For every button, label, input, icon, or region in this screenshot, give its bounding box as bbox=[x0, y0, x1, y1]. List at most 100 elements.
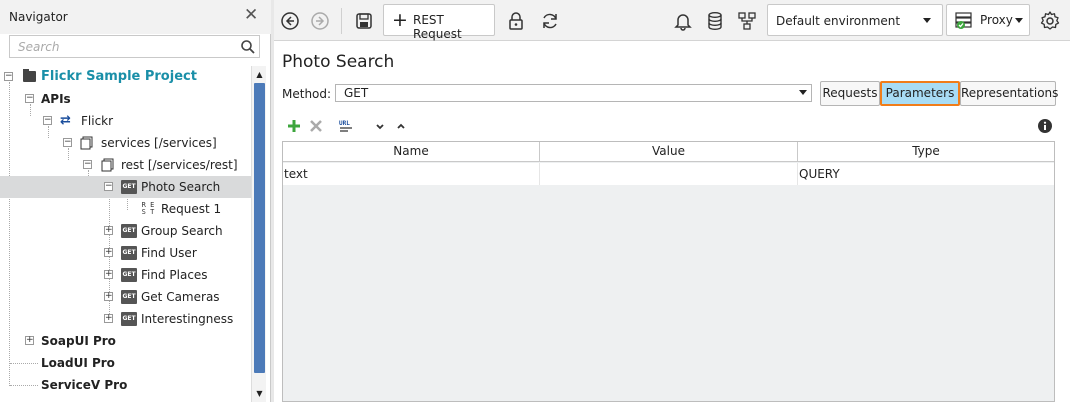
collapse-icon[interactable]: − bbox=[25, 94, 34, 103]
tree-connector bbox=[10, 363, 38, 364]
tree-item-servicev-pro[interactable]: ServiceV Pro bbox=[0, 374, 251, 396]
tree-item-photo-search[interactable]: − GET Photo Search bbox=[0, 176, 251, 198]
forward-icon[interactable] bbox=[309, 10, 331, 32]
info-icon[interactable] bbox=[1037, 118, 1053, 134]
search-icon[interactable] bbox=[240, 39, 256, 55]
svg-text:URL: URL bbox=[339, 120, 350, 127]
get-method-icon: GET bbox=[121, 268, 137, 282]
rest-request-button-label: REST Request bbox=[413, 13, 462, 41]
expand-icon[interactable]: + bbox=[104, 248, 113, 257]
get-method-icon: GET bbox=[121, 224, 137, 238]
tree-item-flickr-sample-project[interactable]: − Flickr Sample Project bbox=[0, 66, 251, 88]
collapse-icon[interactable]: − bbox=[63, 138, 72, 147]
expand-icon[interactable]: + bbox=[25, 336, 34, 345]
tree-item-label: Flickr bbox=[81, 114, 114, 128]
scroll-down-arrow-icon[interactable]: ▼ bbox=[253, 387, 266, 400]
scroll-up-arrow-icon[interactable]: ▲ bbox=[253, 68, 266, 81]
toolbar-separator bbox=[341, 8, 342, 34]
get-method-icon: GET bbox=[121, 312, 137, 326]
tab-representations[interactable]: Representations bbox=[960, 81, 1058, 106]
tree-connector bbox=[10, 385, 38, 386]
expand-icon[interactable]: + bbox=[104, 270, 113, 279]
navigator-search-box[interactable] bbox=[9, 35, 260, 58]
tree-item-find-places[interactable]: + GET Find Places bbox=[0, 264, 251, 286]
save-icon[interactable] bbox=[353, 10, 375, 32]
collapse-icon[interactable]: − bbox=[83, 160, 92, 169]
navigator-tree: − Flickr Sample Project − APIs − ⇄ Flick… bbox=[0, 66, 251, 402]
notifications-bell-icon[interactable] bbox=[672, 10, 694, 32]
proxy-icon bbox=[955, 12, 972, 29]
tree-item-label: Find User bbox=[141, 246, 197, 260]
tree-item-soapui-pro[interactable]: + SoapUI Pro bbox=[0, 330, 251, 352]
table-row[interactable]: text QUERY bbox=[283, 163, 1054, 185]
environment-value: Default environment bbox=[776, 14, 901, 28]
resource-icon bbox=[101, 158, 114, 172]
table-header: Name Value Type bbox=[283, 142, 1054, 162]
tree-item-apis[interactable]: − APIs bbox=[0, 88, 251, 110]
tree-item-request-1[interactable]: R ES T Request 1 bbox=[0, 198, 251, 220]
lock-icon[interactable] bbox=[505, 10, 527, 32]
cell-type[interactable]: QUERY bbox=[798, 163, 1054, 185]
tree-item-rest[interactable]: − rest [/services/rest] bbox=[0, 154, 251, 176]
move-up-icon[interactable] bbox=[393, 118, 409, 134]
chevron-down-icon bbox=[923, 18, 931, 23]
back-icon[interactable] bbox=[279, 10, 301, 32]
tree-item-flickr[interactable]: − ⇄ Flickr bbox=[0, 110, 251, 132]
tree-item-find-user[interactable]: + GET Find User bbox=[0, 242, 251, 264]
navigator-title: Navigator bbox=[9, 10, 68, 24]
folder-icon bbox=[23, 69, 36, 82]
plus-icon: + bbox=[392, 9, 408, 31]
chevron-down-icon bbox=[799, 90, 807, 95]
tree-item-get-cameras[interactable]: + GET Get Cameras bbox=[0, 286, 251, 308]
search-input[interactable] bbox=[18, 39, 228, 55]
tree-item-interestingness[interactable]: + GET Interestingness bbox=[0, 308, 251, 330]
parameters-table: Name Value Type text QUERY bbox=[282, 141, 1055, 402]
add-icon[interactable] bbox=[286, 118, 302, 134]
tree-item-label: LoadUI Pro bbox=[41, 356, 115, 370]
get-method-icon: GET bbox=[121, 246, 137, 260]
settings-gear-icon[interactable] bbox=[1039, 10, 1061, 32]
column-header-type[interactable]: Type bbox=[798, 142, 1054, 162]
tree-item-label: Find Places bbox=[141, 268, 208, 282]
method-value: GET bbox=[344, 86, 369, 100]
tree-item-label: SoapUI Pro bbox=[41, 334, 116, 348]
tab-parameters[interactable]: Parameters bbox=[880, 81, 960, 106]
rest-request-button[interactable]: + REST Request bbox=[383, 4, 495, 41]
collapse-icon[interactable]: − bbox=[4, 72, 13, 81]
close-icon[interactable]: ✕ bbox=[244, 6, 258, 24]
tab-requests[interactable]: Requests bbox=[820, 81, 880, 106]
move-down-icon[interactable] bbox=[372, 118, 388, 134]
refresh-icon[interactable] bbox=[539, 10, 561, 32]
tree-item-loadui-pro[interactable]: LoadUI Pro bbox=[0, 352, 251, 374]
proxy-dropdown-button[interactable]: Proxy bbox=[946, 4, 1030, 36]
column-header-name[interactable]: Name bbox=[283, 142, 540, 162]
tree-item-group-search[interactable]: + GET Group Search bbox=[0, 220, 251, 242]
main-toolbar: + REST Request Default environment Proxy bbox=[274, 0, 1070, 41]
tree-item-label: rest [/services/rest] bbox=[121, 158, 238, 172]
proxy-label: Proxy bbox=[980, 13, 1013, 27]
method-editor: Photo Search Method: GET Requests Parame… bbox=[274, 41, 1070, 402]
navigator-scrollbar[interactable]: ▲ ▼ bbox=[251, 66, 266, 402]
url-params-icon[interactable]: URL bbox=[338, 118, 354, 134]
expand-icon[interactable]: + bbox=[104, 226, 113, 235]
rest-request-icon: R ES T bbox=[141, 201, 155, 216]
api-mocking-icon[interactable] bbox=[736, 10, 758, 32]
expand-icon[interactable]: + bbox=[104, 314, 113, 323]
environment-dropdown[interactable]: Default environment bbox=[767, 4, 943, 36]
database-icon[interactable] bbox=[704, 10, 726, 32]
collapse-icon[interactable]: − bbox=[104, 182, 113, 191]
tree-item-label: Request 1 bbox=[161, 202, 222, 216]
scrollbar-thumb[interactable] bbox=[254, 83, 265, 373]
tree-item-services[interactable]: − services [/services] bbox=[0, 132, 251, 154]
method-label: Method: bbox=[282, 87, 332, 101]
expand-icon[interactable]: + bbox=[104, 292, 113, 301]
rest-api-icon: ⇄ bbox=[60, 113, 71, 128]
collapse-icon[interactable]: − bbox=[43, 116, 52, 125]
cell-value[interactable] bbox=[540, 163, 798, 185]
cell-name[interactable]: text bbox=[283, 163, 540, 185]
column-header-value[interactable]: Value bbox=[540, 142, 798, 162]
tree-item-label: Photo Search bbox=[141, 180, 221, 194]
method-dropdown[interactable]: GET bbox=[335, 84, 812, 102]
remove-icon[interactable] bbox=[308, 118, 324, 134]
chevron-down-icon bbox=[1015, 18, 1023, 23]
